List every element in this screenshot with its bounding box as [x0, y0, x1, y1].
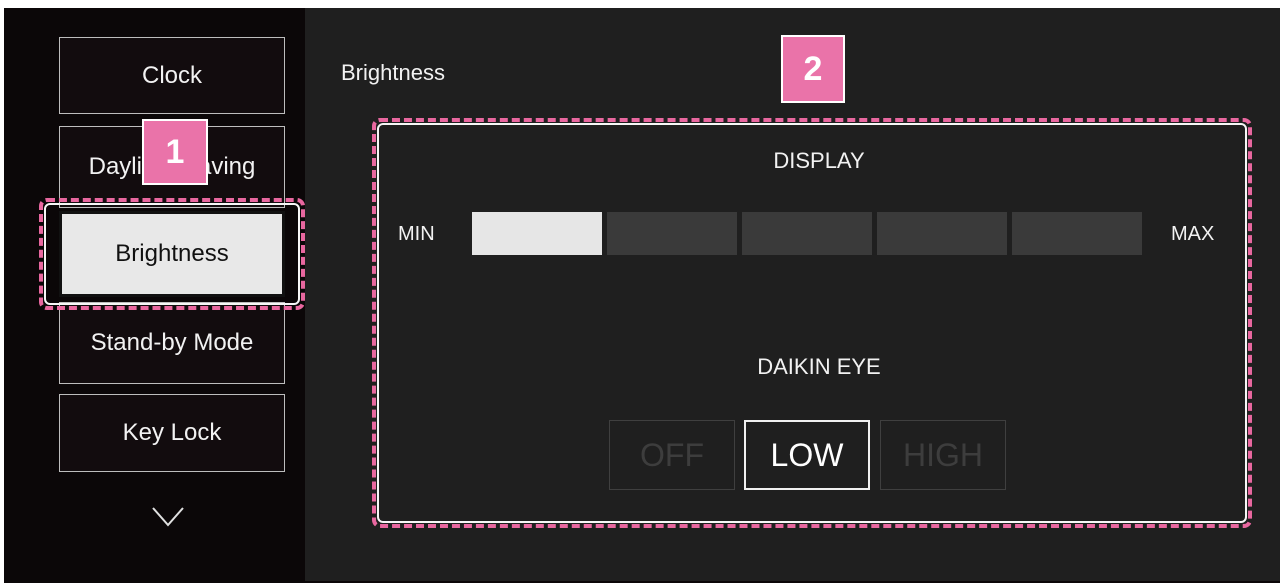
callout-badge-2: 2: [781, 35, 845, 103]
sidebar-item-label: Key Lock: [122, 419, 222, 446]
chevron-down-icon[interactable]: [152, 506, 184, 528]
callout-highlight-2: [372, 118, 1252, 528]
page-title: Brightness: [341, 60, 445, 85]
callout-badge-1: 1: [142, 119, 208, 185]
sidebar-item-key-lock[interactable]: Key Lock: [59, 394, 285, 472]
sidebar-item-label: Stand-by Mode: [90, 329, 254, 356]
sidebar-item-clock[interactable]: Clock: [59, 37, 285, 114]
device-screen: Clock Daylight Saving Brightness Stand-b…: [4, 8, 1280, 583]
sidebar-item-stand-by-mode[interactable]: Stand-by Mode: [59, 302, 285, 384]
sidebar-item-label: Clock: [141, 61, 202, 89]
callout-highlight-1: [39, 198, 305, 310]
